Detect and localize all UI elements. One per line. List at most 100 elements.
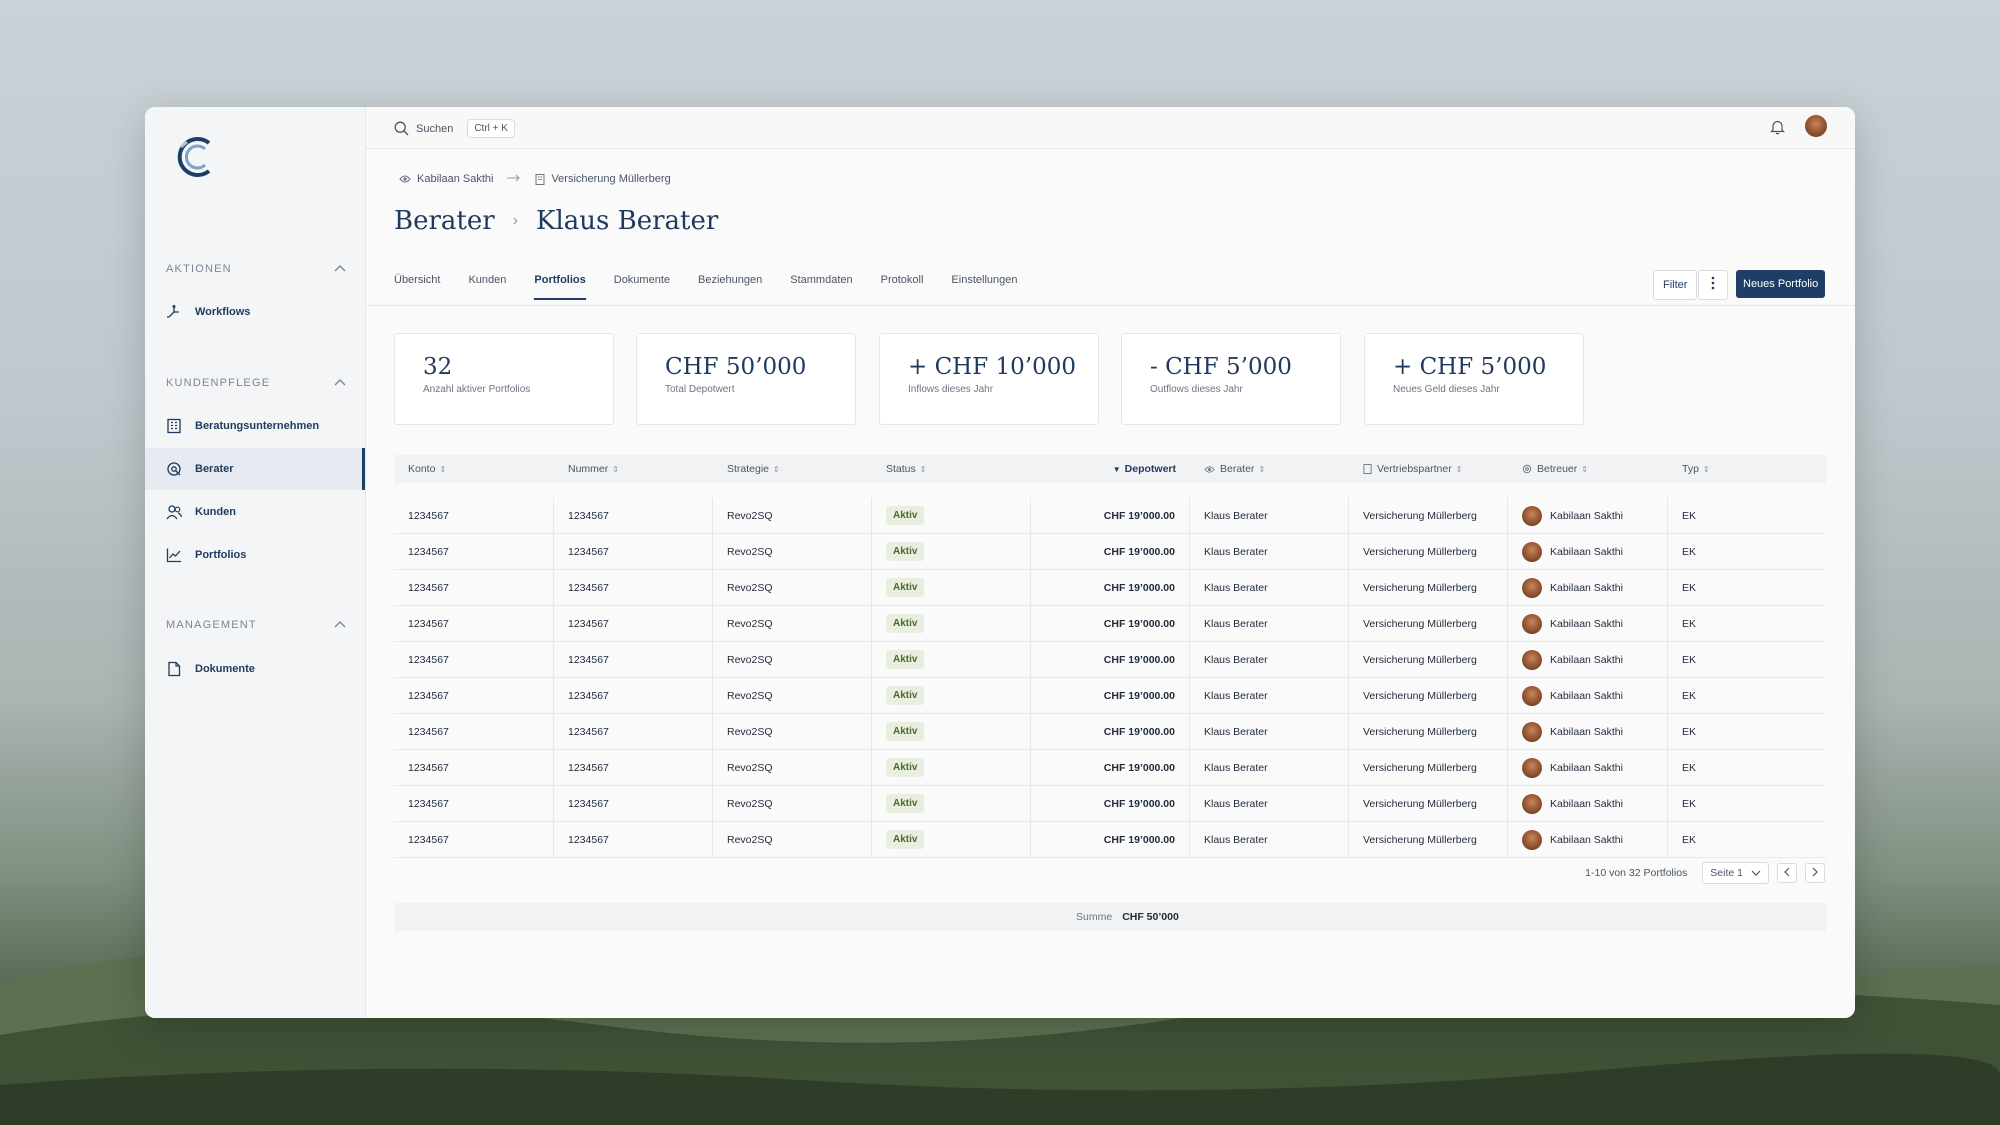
sidebar-item-kunden[interactable]: Kunden	[145, 491, 365, 533]
betreuer-name: Kabilaan Sakthi	[1550, 797, 1623, 810]
table-row[interactable]: 1234567 1234567 Revo2SQ Aktiv CHF 19’000.00 K…	[394, 534, 1826, 570]
table-row[interactable]: 1234567 1234567 Revo2SQ Aktiv CHF 19’000.00 K…	[394, 750, 1826, 786]
search-shortcut: Ctrl + K	[467, 119, 515, 138]
cell-nummer: 1234567	[554, 642, 713, 677]
cell-vertriebspartner: Versicherung Müllerberg	[1349, 678, 1508, 713]
sidebar-item-portfolios[interactable]: Portfolios	[145, 534, 365, 576]
table-row[interactable]: 1234567 1234567 Revo2SQ Aktiv CHF 19’000.00 K…	[394, 570, 1826, 606]
tab-portfolios[interactable]: Portfolios	[534, 274, 587, 300]
logo[interactable]	[171, 133, 219, 181]
avatar	[1522, 577, 1542, 598]
tab-dokumente[interactable]: Dokumente	[614, 274, 670, 300]
tab-beziehungen[interactable]: Beziehungen	[698, 274, 762, 300]
column-header-betreuer[interactable]: Betreuer ⇕	[1508, 463, 1668, 475]
column-label: Betreuer	[1537, 463, 1578, 475]
cell-depotwert: CHF 19’000.00	[1031, 678, 1190, 713]
tab-protokoll[interactable]: Protokoll	[881, 274, 924, 300]
cell-depotwert: CHF 19’000.00	[1031, 822, 1190, 857]
table-row[interactable]: 1234567 1234567 Revo2SQ Aktiv CHF 19’000.00 K…	[394, 714, 1826, 750]
user-avatar[interactable]	[1805, 115, 1827, 137]
status-badge: Aktiv	[886, 542, 925, 561]
cell-typ: EK	[1682, 797, 1697, 810]
table-row[interactable]: 1234567 1234567 Revo2SQ Aktiv CHF 19’000.00 K…	[394, 786, 1826, 822]
cell-betreuer: Kabilaan Sakthi	[1508, 534, 1668, 569]
sidebar-item-dokumente[interactable]: Dokumente	[145, 648, 365, 690]
sidebar-item-workflows[interactable]: Workflows	[145, 291, 365, 333]
column-label: Typ	[1682, 463, 1699, 475]
page-title: Berater › Klaus Berater	[394, 206, 718, 236]
avatar	[1522, 613, 1542, 634]
tab-einstellungen[interactable]: Einstellungen	[951, 274, 1017, 300]
cell-vertriebspartner: Versicherung Müllerberg	[1349, 822, 1508, 857]
breadcrumb-item[interactable]: Versicherung Müllerberg	[551, 173, 670, 185]
cell-berater: Klaus Berater	[1190, 678, 1349, 713]
status-badge: Aktiv	[886, 578, 925, 597]
stat-label: Inflows dieses Jahr	[908, 384, 994, 395]
more-vertical-icon	[1711, 276, 1715, 295]
column-label: Vertriebspartner	[1377, 463, 1452, 475]
filter-button[interactable]: Filter	[1653, 270, 1698, 300]
page-title-parent[interactable]: Berater	[394, 206, 495, 236]
tab-kunden[interactable]: Kunden	[468, 274, 506, 300]
cell-berater: Klaus Berater	[1190, 714, 1349, 749]
section-aktionen[interactable]: AKTIONEN	[166, 259, 346, 279]
next-page-button[interactable]	[1805, 863, 1825, 883]
portfolio-table: Konto ⇕ Nummer ⇕ Strategie ⇕ Status ⇕ ▼ Depot…	[394, 455, 1826, 858]
cell-strategie: Revo2SQ	[713, 606, 872, 641]
cell-depotwert: CHF 19’000.00	[1031, 498, 1190, 533]
section-kundenpflege[interactable]: KUNDENPFLEGE	[166, 373, 346, 393]
status-badge: Aktiv	[886, 758, 925, 777]
cell-typ: EK	[1682, 581, 1697, 594]
column-header-depotwert[interactable]: ▼ Depotwert	[1031, 463, 1190, 475]
betreuer-name: Kabilaan Sakthi	[1550, 509, 1623, 522]
betreuer-name: Kabilaan Sakthi	[1550, 761, 1623, 774]
cell-nummer: 1234567	[554, 714, 713, 749]
prev-page-button[interactable]	[1777, 863, 1797, 883]
sidebar-item-label: Dokumente	[195, 663, 255, 675]
advisor-icon	[166, 461, 182, 477]
column-header-nummer[interactable]: Nummer ⇕	[554, 463, 713, 475]
breadcrumb-item[interactable]: Kabilaan Sakthi	[417, 173, 493, 185]
cell-berater: Klaus Berater	[1190, 534, 1349, 569]
column-header-strategie[interactable]: Strategie ⇕	[713, 463, 872, 475]
sidebar-item-beratungsunternehmen[interactable]: Beratungsunternehmen	[145, 405, 365, 447]
table-row[interactable]: 1234567 1234567 Revo2SQ Aktiv CHF 19’000.00 K…	[394, 606, 1826, 642]
search-trigger[interactable]: Suchen Ctrl + K	[394, 119, 515, 138]
table-row[interactable]: 1234567 1234567 Revo2SQ Aktiv CHF 19’000.00 K…	[394, 642, 1826, 678]
column-header-vertriebspartner[interactable]: Vertriebspartner ⇕	[1349, 463, 1508, 475]
table-row[interactable]: 1234567 1234567 Revo2SQ Aktiv CHF 19’000.00 K…	[394, 678, 1826, 714]
column-header-berater[interactable]: Berater ⇕	[1190, 463, 1349, 475]
breadcrumb: Kabilaan Sakthi Versicherung Müllerberg	[399, 173, 671, 185]
more-options-button[interactable]	[1698, 270, 1728, 300]
bell-icon[interactable]	[1770, 119, 1785, 140]
cell-konto: 1234567	[394, 534, 554, 569]
betreuer-name: Kabilaan Sakthi	[1550, 545, 1623, 558]
cell-konto: 1234567	[394, 498, 554, 533]
search-icon	[394, 121, 409, 136]
users-icon	[166, 504, 182, 520]
cell-strategie: Revo2SQ	[713, 786, 872, 821]
table-row[interactable]: 1234567 1234567 Revo2SQ Aktiv CHF 19’000.00 K…	[394, 822, 1826, 858]
sidebar-item-label: Portfolios	[195, 549, 247, 561]
table-row[interactable]: 1234567 1234567 Revo2SQ Aktiv CHF 19’000.00 K…	[394, 498, 1826, 534]
sidebar-item-berater[interactable]: Berater	[145, 448, 365, 490]
cell-vertriebspartner: Versicherung Müllerberg	[1349, 606, 1508, 641]
cell-berater: Klaus Berater	[1190, 786, 1349, 821]
section-management[interactable]: MANAGEMENT	[166, 615, 346, 635]
document-icon	[166, 661, 182, 677]
tab-uebersicht[interactable]: Übersicht	[394, 274, 440, 300]
column-header-status[interactable]: Status ⇕	[872, 463, 1031, 475]
sort-icon: ⇕	[1455, 464, 1463, 474]
cell-status: Aktiv	[872, 822, 1031, 857]
chevron-left-icon	[1784, 867, 1790, 880]
column-label: Berater	[1220, 463, 1255, 475]
tab-stammdaten[interactable]: Stammdaten	[790, 274, 852, 300]
cell-vertriebspartner: Versicherung Müllerberg	[1349, 714, 1508, 749]
column-header-konto[interactable]: Konto ⇕	[394, 463, 554, 475]
page-select[interactable]: Seite 1	[1702, 862, 1769, 884]
cell-typ: EK	[1682, 689, 1697, 702]
betreuer-name: Kabilaan Sakthi	[1550, 689, 1623, 702]
cell-konto: 1234567	[394, 678, 554, 713]
column-header-typ[interactable]: Typ ⇕	[1668, 463, 1826, 475]
new-portfolio-button[interactable]: Neues Portfolio	[1736, 270, 1826, 298]
